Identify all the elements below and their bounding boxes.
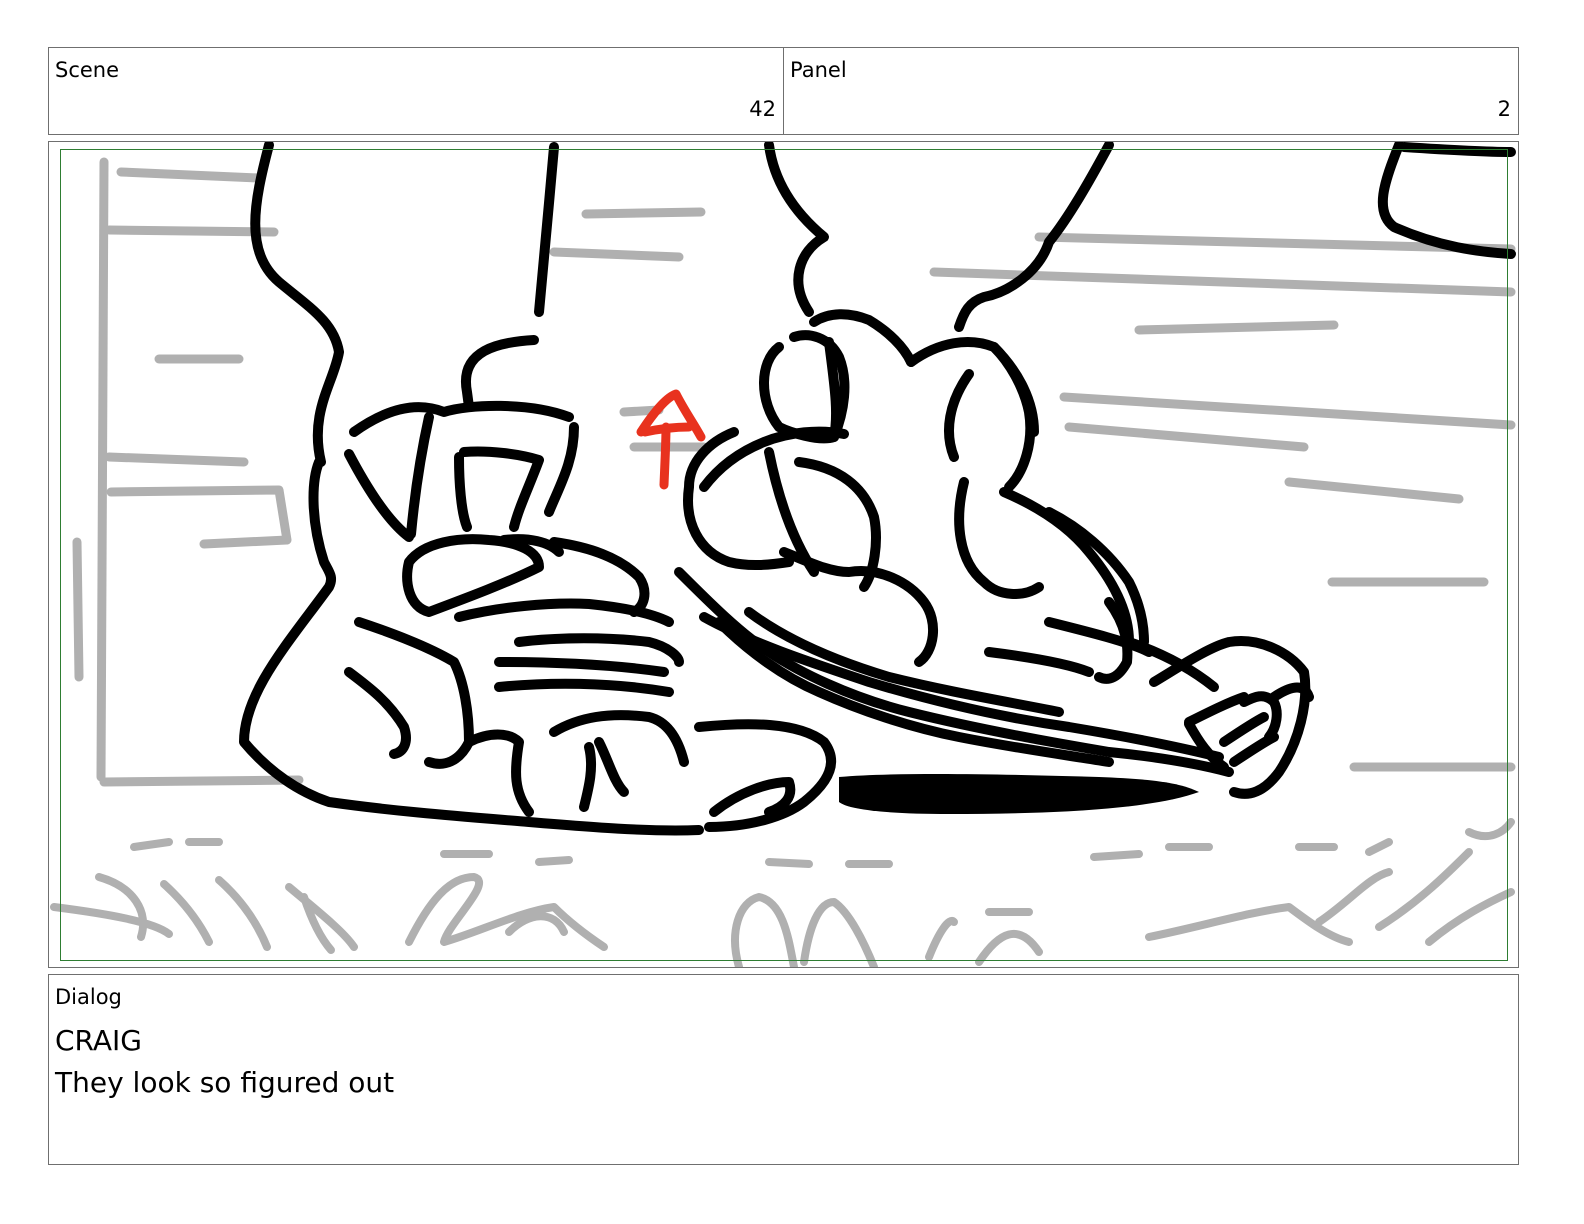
scene-number: 42 <box>749 97 776 121</box>
dialog-label: Dialog <box>55 985 122 1009</box>
panel-number: 2 <box>1497 97 1511 121</box>
grass-sketch <box>50 818 1515 967</box>
panel-label: Panel <box>790 58 847 82</box>
dialog-speaker: CRAIG <box>55 1024 142 1057</box>
dialog-box: Dialog CRAIG They look so figured out <box>48 974 1519 1165</box>
shoe-shadow <box>839 773 1199 814</box>
dialog-line: They look so figured out <box>55 1066 395 1099</box>
panel-cell: Panel 2 <box>783 48 1518 134</box>
scene-cell: Scene 42 <box>49 48 783 134</box>
scene-label: Scene <box>55 58 120 82</box>
panel-drawing <box>50 142 1516 967</box>
storyboard-panel <box>48 141 1519 968</box>
header-row: Scene 42 Panel 2 <box>48 47 1519 135</box>
